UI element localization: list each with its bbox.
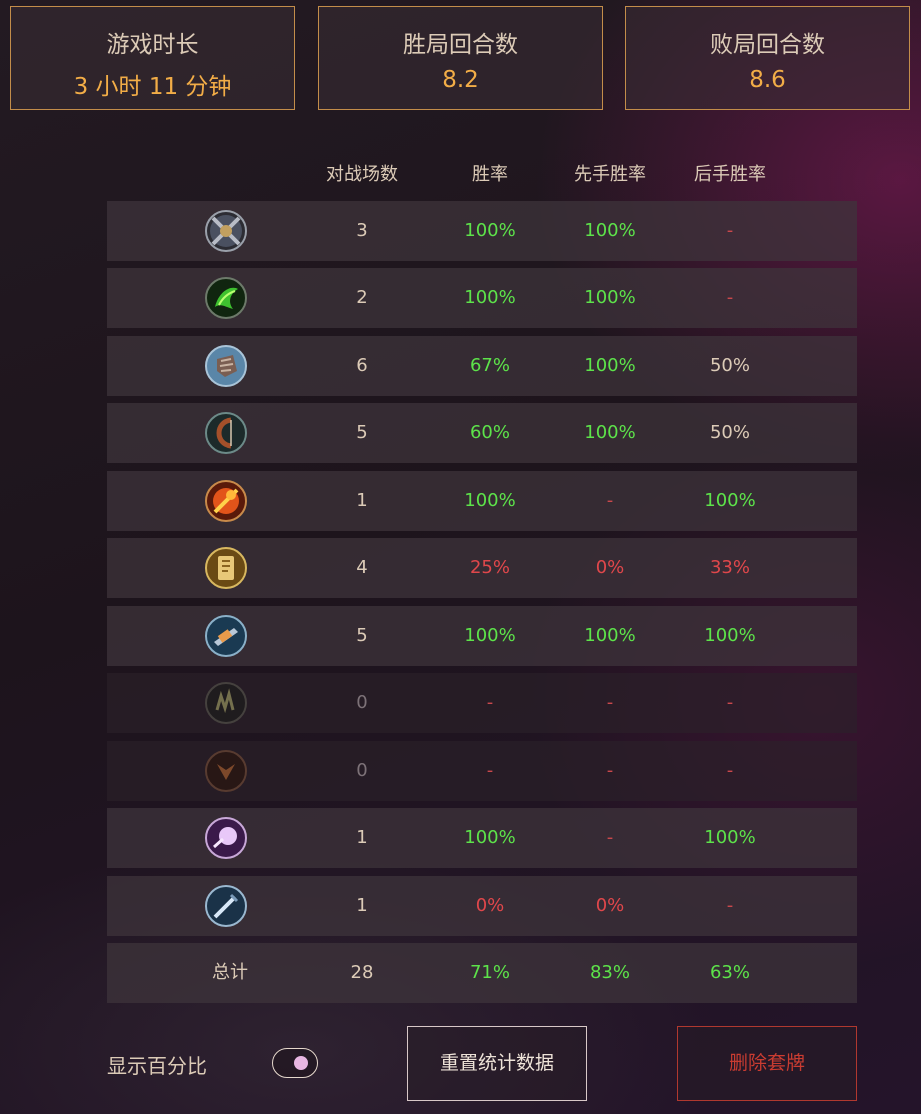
games-count: 5 bbox=[356, 422, 368, 443]
total-winrate: 71% bbox=[469, 962, 510, 983]
table-row: 1 100% - 100% bbox=[107, 471, 857, 531]
demon-hunter-class-icon bbox=[205, 750, 247, 792]
games-count: 1 bbox=[356, 827, 368, 848]
total-games: 28 bbox=[350, 962, 374, 983]
first-winrate: - bbox=[606, 827, 614, 848]
reset-stats-button[interactable]: 重置统计数据 bbox=[407, 1026, 587, 1101]
first-winrate: 0% bbox=[595, 557, 625, 578]
winrate: 67% bbox=[469, 355, 510, 376]
table-row: 1 0% 0% - bbox=[107, 876, 857, 936]
second-winrate: 50% bbox=[709, 355, 750, 376]
second-winrate: 50% bbox=[709, 422, 750, 443]
winrate: 60% bbox=[469, 422, 510, 443]
second-winrate: 33% bbox=[709, 557, 750, 578]
mage-class-icon bbox=[205, 480, 247, 522]
games-count: 0 bbox=[356, 692, 368, 713]
winrate: 25% bbox=[469, 557, 510, 578]
first-winrate: 0% bbox=[595, 895, 625, 916]
games-count: 2 bbox=[356, 287, 368, 308]
header-first-winrate: 先手胜率 bbox=[574, 164, 646, 185]
winrate: 0% bbox=[475, 895, 505, 916]
second-winrate: - bbox=[726, 220, 734, 241]
games-count: 1 bbox=[356, 895, 368, 916]
win-turns-summary: 胜局回合数 8.2 bbox=[318, 6, 603, 110]
table-row: 1 100% - 100% bbox=[107, 808, 857, 868]
header-games: 对战场数 bbox=[326, 164, 398, 185]
winrate: - bbox=[486, 760, 494, 781]
first-winrate: 100% bbox=[584, 220, 636, 241]
total-first-winrate: 83% bbox=[589, 962, 630, 983]
table-row: 4 25% 0% 33% bbox=[107, 538, 857, 598]
table-row: 0 - - - bbox=[107, 673, 857, 733]
first-winrate: - bbox=[606, 490, 614, 511]
second-winrate: - bbox=[726, 760, 734, 781]
header-winrate: 胜率 bbox=[472, 164, 508, 185]
winrate: 100% bbox=[464, 220, 516, 241]
delete-deck-button[interactable]: 删除套牌 bbox=[677, 1026, 857, 1101]
playtime-summary: 游戏时长 3 小时 11 分钟 bbox=[10, 6, 295, 110]
summary-label: 游戏时长 bbox=[106, 32, 199, 58]
hunter-class-icon bbox=[205, 412, 247, 454]
table-row: 3 100% 100% - bbox=[107, 201, 857, 261]
summary-value: 3 小时 11 分钟 bbox=[73, 74, 232, 100]
first-winrate: - bbox=[606, 760, 614, 781]
second-winrate: - bbox=[726, 287, 734, 308]
summary-label: 败局回合数 bbox=[710, 32, 825, 58]
games-count: 5 bbox=[356, 625, 368, 646]
winrate: 100% bbox=[464, 287, 516, 308]
shaman-class-icon bbox=[205, 345, 247, 387]
show-percent-toggle[interactable] bbox=[272, 1048, 318, 1078]
second-winrate: 100% bbox=[704, 625, 756, 646]
paladin-class-icon bbox=[205, 547, 247, 589]
total-row: 总计 28 71% 83% 63% bbox=[107, 943, 857, 1003]
second-winrate: - bbox=[726, 692, 734, 713]
summary-value: 8.6 bbox=[749, 67, 786, 93]
second-winrate: 100% bbox=[704, 827, 756, 848]
games-count: 6 bbox=[356, 355, 368, 376]
winrate: - bbox=[486, 692, 494, 713]
summary-value: 8.2 bbox=[442, 67, 479, 93]
first-winrate: - bbox=[606, 692, 614, 713]
toggle-knob bbox=[294, 1056, 308, 1070]
table-row: 0 - - - bbox=[107, 741, 857, 801]
first-winrate: 100% bbox=[584, 422, 636, 443]
summary-label: 胜局回合数 bbox=[403, 32, 518, 58]
second-winrate: 100% bbox=[704, 490, 756, 511]
second-winrate: - bbox=[726, 895, 734, 916]
priest-class-icon bbox=[205, 817, 247, 859]
first-winrate: 100% bbox=[584, 287, 636, 308]
warrior-class-icon bbox=[205, 210, 247, 252]
table-row: 2 100% 100% - bbox=[107, 268, 857, 328]
table-row: 5 100% 100% 100% bbox=[107, 606, 857, 666]
winrate: 100% bbox=[464, 490, 516, 511]
table-row: 5 60% 100% 50% bbox=[107, 403, 857, 463]
games-count: 4 bbox=[356, 557, 368, 578]
games-count: 0 bbox=[356, 760, 368, 781]
rogue-class-icon bbox=[205, 615, 247, 657]
header-second-winrate: 后手胜率 bbox=[694, 164, 766, 185]
show-percent-label: 显示百分比 bbox=[107, 1054, 207, 1078]
games-count: 3 bbox=[356, 220, 368, 241]
total-label: 总计 bbox=[212, 962, 248, 983]
winrate: 100% bbox=[464, 827, 516, 848]
death-knight-class-icon bbox=[205, 885, 247, 927]
druid-class-icon bbox=[205, 277, 247, 319]
games-count: 1 bbox=[356, 490, 368, 511]
loss-turns-summary: 败局回合数 8.6 bbox=[625, 6, 910, 110]
first-winrate: 100% bbox=[584, 355, 636, 376]
total-second-winrate: 63% bbox=[709, 962, 750, 983]
warlock-class-icon bbox=[205, 682, 247, 724]
winrate: 100% bbox=[464, 625, 516, 646]
first-winrate: 100% bbox=[584, 625, 636, 646]
table-row: 6 67% 100% 50% bbox=[107, 336, 857, 396]
